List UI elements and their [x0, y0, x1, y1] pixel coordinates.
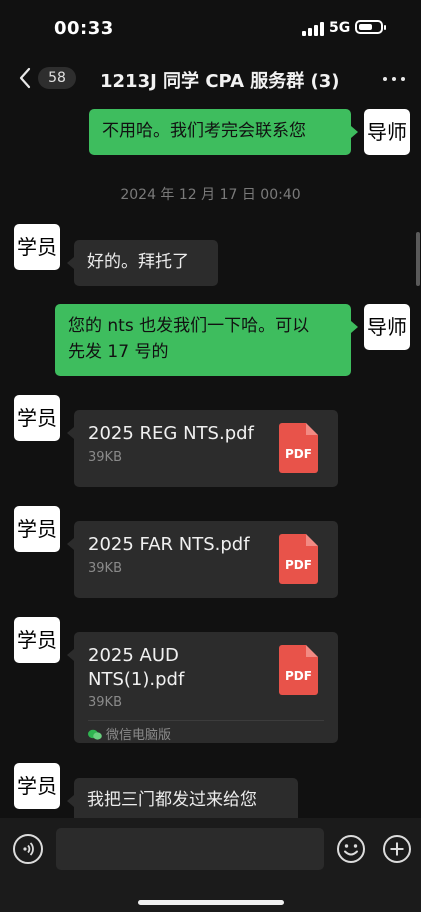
bubble-tail: [67, 795, 74, 807]
network-label: 5G: [329, 20, 351, 36]
voice-icon: [23, 842, 34, 856]
plus-icon: [383, 835, 411, 863]
battery-icon: [355, 20, 386, 34]
chevron-left-icon: [19, 67, 31, 89]
file-name: 2025 FAR NTS.pdf: [88, 534, 250, 555]
avatar-student[interactable]: 学员: [14, 224, 60, 270]
message-bubble-outgoing[interactable]: 不用哈。我们考完会联系您: [89, 109, 351, 155]
pdf-file-icon: PDF: [279, 534, 318, 584]
message-input[interactable]: [56, 828, 324, 870]
wechat-icon: [88, 729, 102, 740]
avatar-tutor[interactable]: 导师: [364, 304, 410, 350]
input-bar: [0, 818, 421, 912]
divider: [88, 720, 324, 721]
avatar-student[interactable]: 学员: [14, 617, 60, 663]
chat-header: 58 1213J 同学 CPA 服务群 (3): [0, 56, 421, 102]
scrollbar[interactable]: [416, 232, 420, 286]
file-source: 微信电脑版: [88, 724, 171, 743]
pdf-file-icon: PDF: [279, 645, 318, 695]
bubble-tail: [351, 321, 358, 333]
message-bubble-outgoing[interactable]: 您的 nts 也发我们一下哈。可以 先发 17 号的: [55, 304, 351, 376]
avatar-student[interactable]: 学员: [14, 506, 60, 552]
avatar-student[interactable]: 学员: [14, 763, 60, 809]
bubble-tail: [351, 126, 358, 138]
message-list[interactable]: 不用哈。我们考完会联系您 导师 2024 年 12 月 17 日 00:40 学…: [0, 102, 421, 818]
pdf-file-icon: PDF: [279, 423, 318, 473]
message-text: 不用哈。我们考完会联系您: [102, 121, 306, 141]
file-size: 39KB: [88, 695, 122, 710]
unread-count-badge[interactable]: 58: [38, 67, 76, 89]
more-actions-button[interactable]: [382, 834, 412, 864]
message-text-line: 先发 17 号的: [68, 342, 169, 362]
message-text: 我把三门都发过来给您: [87, 790, 257, 810]
status-time: 00:33: [54, 18, 114, 39]
more-options-button[interactable]: [380, 66, 408, 90]
message-bubble-incoming[interactable]: 好的。拜托了: [74, 240, 218, 286]
voice-input-button[interactable]: [13, 834, 43, 864]
avatar-student[interactable]: 学员: [14, 395, 60, 441]
message-timestamp: 2024 年 12 月 17 日 00:40: [120, 187, 301, 203]
bubble-tail: [67, 427, 74, 439]
smiley-icon: [337, 835, 365, 863]
file-size: 39KB: [88, 450, 122, 465]
bubble-tail: [67, 257, 74, 269]
status-bar: 00:33 5G: [0, 0, 421, 56]
file-message-card[interactable]: 2025 FAR NTS.pdf 39KB PDF: [74, 521, 338, 598]
message-text: 好的。拜托了: [87, 252, 189, 272]
file-name: 2025 AUD NTS(1).pdf: [88, 645, 185, 690]
signal-icon: [302, 22, 324, 36]
chat-title: 1213J 同学 CPA 服务群 (3): [100, 71, 340, 92]
bubble-tail: [67, 538, 74, 550]
file-name: 2025 REG NTS.pdf: [88, 423, 254, 444]
home-indicator[interactable]: [138, 900, 284, 905]
file-message-card[interactable]: 2025 REG NTS.pdf 39KB PDF: [74, 410, 338, 487]
message-bubble-incoming[interactable]: 我把三门都发过来给您: [74, 778, 298, 818]
file-message-card[interactable]: 2025 AUD NTS(1).pdf 39KB PDF 微信电脑版: [74, 632, 338, 743]
file-size: 39KB: [88, 561, 122, 576]
bubble-tail: [67, 649, 74, 661]
back-button[interactable]: [14, 64, 38, 92]
message-text-line: 您的 nts 也发我们一下哈。可以: [68, 316, 310, 336]
emoji-button[interactable]: [336, 834, 366, 864]
avatar-tutor[interactable]: 导师: [364, 109, 410, 155]
